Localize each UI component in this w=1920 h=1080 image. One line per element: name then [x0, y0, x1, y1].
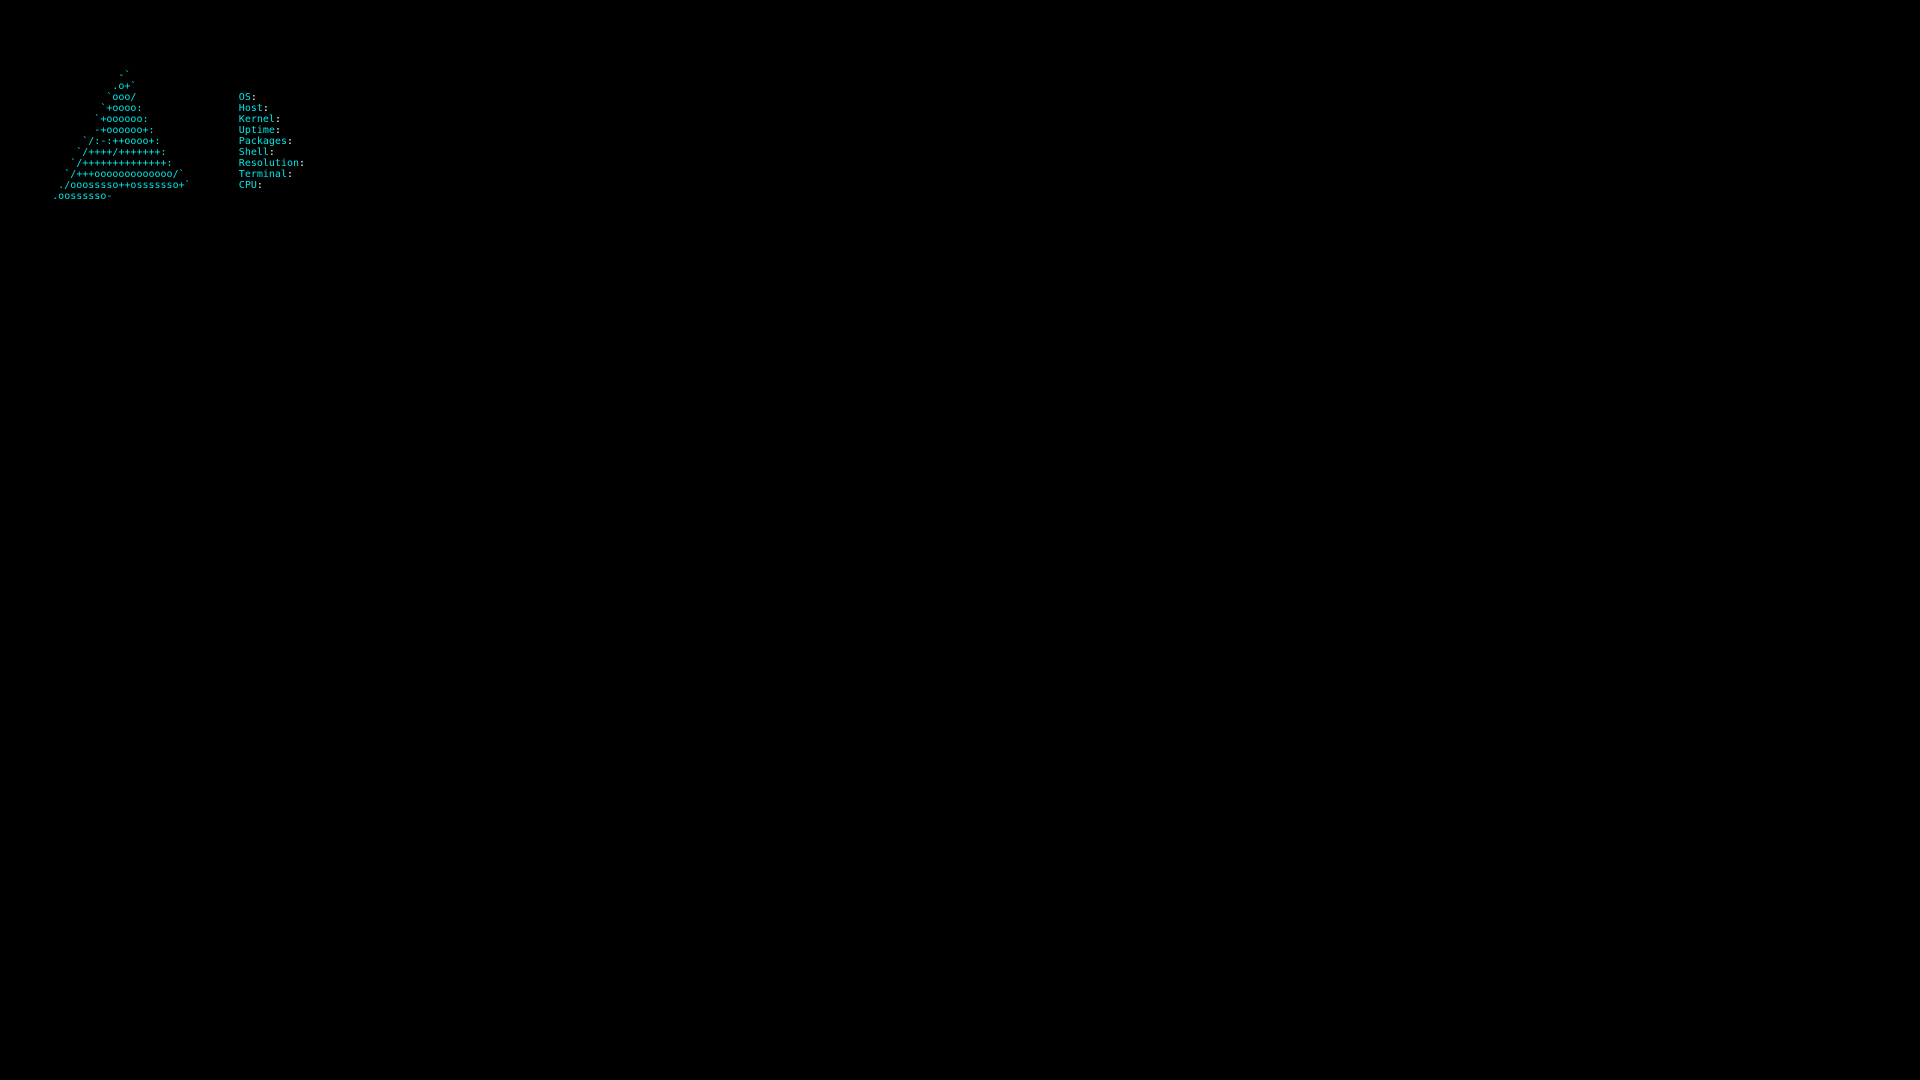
arch-tty: -` .o+` `ooo/ OS: `+oooo: Host: `+oooooo… — [0, 0, 720, 370]
arch-ascii: -` — [4, 70, 239, 81]
